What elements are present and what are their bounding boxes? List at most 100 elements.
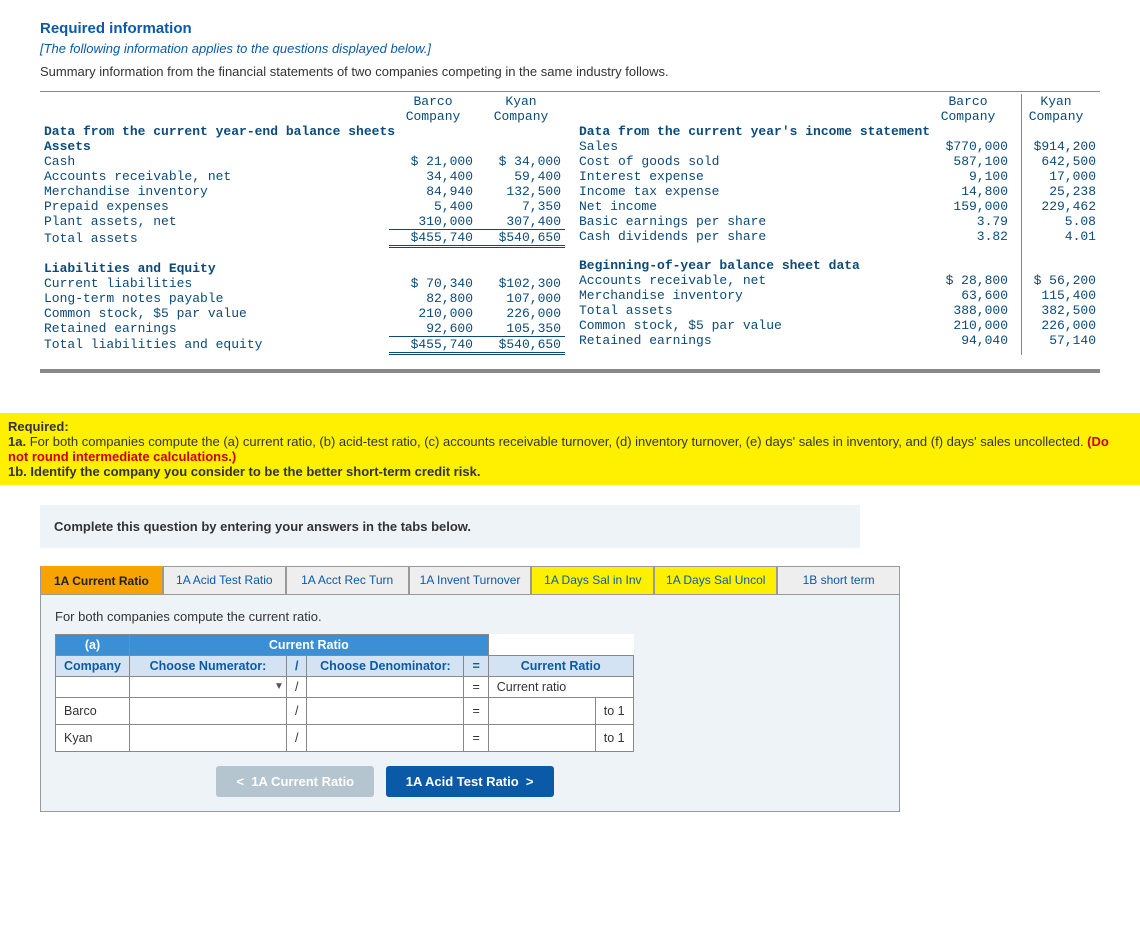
row-value: 105,350: [477, 321, 565, 337]
slash-cell: /: [286, 697, 306, 724]
row-label: Retained earnings: [40, 321, 389, 337]
kyan-denominator-input[interactable]: [307, 724, 464, 751]
tab-invent-turnover[interactable]: 1A Invent Turnover: [409, 566, 532, 595]
liab-heading: Liabilities and Equity: [44, 261, 216, 276]
row-label: Accounts receivable, net: [575, 273, 924, 288]
row-label: Total liabilities and equity: [40, 336, 389, 353]
header-current-ratio: Current Ratio: [129, 634, 488, 655]
row-value: 17,000: [1012, 169, 1100, 184]
chevron-down-icon: ▼: [274, 681, 284, 692]
tab-acct-rec-turn[interactable]: 1A Acct Rec Turn: [286, 566, 409, 595]
row-value: $540,650: [477, 230, 565, 247]
header-eq: =: [464, 655, 488, 676]
kyan-ratio-input[interactable]: [488, 724, 595, 751]
row-label: Total assets: [575, 303, 924, 318]
header-denominator: Choose Denominator:: [307, 655, 464, 676]
tab-days-sal-uncol[interactable]: 1A Days Sal Uncol: [654, 566, 777, 595]
row-label: Retained earnings: [575, 333, 924, 348]
boy-heading: Beginning-of-year balance sheet data: [579, 258, 860, 273]
row-label: Plant assets, net: [40, 214, 389, 230]
row-label: Merchandise inventory: [40, 184, 389, 199]
row-value: $102,300: [477, 276, 565, 291]
required-highlight: Required: 1a. For both companies compute…: [0, 413, 1140, 485]
row-label: Basic earnings per share: [575, 214, 924, 229]
row-value: $ 28,800: [924, 273, 1012, 288]
numerator-select[interactable]: ▼: [129, 676, 286, 697]
assets-heading: Assets: [44, 139, 91, 154]
row-value: $455,740: [389, 336, 477, 353]
answer-table: (a) Current Ratio Company Choose Numerat…: [55, 634, 634, 752]
row-label: Total assets: [40, 230, 389, 247]
row-value: 5,400: [389, 199, 477, 214]
row-value: $770,000: [924, 139, 1012, 154]
header-result: Current Ratio: [488, 655, 633, 676]
row-value: $ 34,000: [477, 154, 565, 169]
row-value: 229,462: [1012, 199, 1100, 214]
row-value: 94,040: [924, 333, 1012, 348]
prev-tab-button[interactable]: < 1A Current Ratio: [216, 766, 374, 797]
col-header-kyan: KyanCompany: [494, 94, 549, 124]
row-company-kyan: Kyan: [56, 724, 130, 751]
left-section-title: Data from the current year-end balance s…: [44, 124, 395, 139]
row-value: 587,100: [924, 154, 1012, 169]
page-title: Required information: [40, 20, 1100, 37]
to-1-label: to 1: [595, 724, 633, 751]
col-header-kyan: KyanCompany: [1029, 94, 1084, 124]
row-value: 115,400: [1012, 288, 1100, 303]
eq-cell: =: [464, 697, 488, 724]
tab-current-ratio[interactable]: 1A Current Ratio: [40, 566, 163, 595]
col-header-barco: BarcoCompany: [941, 94, 996, 124]
barco-denominator-input[interactable]: [307, 697, 464, 724]
barco-ratio-input[interactable]: [488, 697, 595, 724]
kyan-numerator-input[interactable]: [129, 724, 286, 751]
header-a: (a): [56, 634, 130, 655]
panel-prompt: For both companies compute the current r…: [55, 609, 885, 624]
required-heading: Required:: [8, 419, 69, 434]
row-label: Income tax expense: [575, 184, 924, 199]
row-value: 310,000: [389, 214, 477, 230]
row-value: 107,000: [477, 291, 565, 306]
chevron-left-icon: <: [236, 774, 244, 789]
row-value: 388,000: [924, 303, 1012, 318]
row-value: 7,350: [477, 199, 565, 214]
chevron-right-icon: >: [526, 774, 534, 789]
eq-cell: =: [464, 676, 488, 697]
req-1b-text: 1b. Identify the company you consider to…: [8, 464, 480, 479]
denominator-select[interactable]: [307, 676, 464, 697]
row-value: 5.08: [1012, 214, 1100, 229]
row-value: 132,500: [477, 184, 565, 199]
header-slash: /: [286, 655, 306, 676]
row-value: 63,600: [924, 288, 1012, 303]
row-label: Net income: [575, 199, 924, 214]
row-value: 3.79: [924, 214, 1012, 229]
row-value: 382,500: [1012, 303, 1100, 318]
tab-acid-test[interactable]: 1A Acid Test Ratio: [163, 566, 286, 595]
row-label: Cash dividends per share: [575, 229, 924, 244]
row-label: Long-term notes payable: [40, 291, 389, 306]
row-value: $ 56,200: [1012, 273, 1100, 288]
slash-cell: /: [286, 724, 306, 751]
header-numerator: Choose Numerator:: [129, 655, 286, 676]
row-label: Cost of goods sold: [575, 154, 924, 169]
row-value: 226,000: [477, 306, 565, 321]
tab-content-panel: For both companies compute the current r…: [40, 595, 900, 812]
row-label: Merchandise inventory: [575, 288, 924, 303]
slash-cell: /: [286, 676, 306, 697]
row-value: 210,000: [389, 306, 477, 321]
summary-text: Summary information from the financial s…: [40, 64, 1100, 79]
row-label: Cash: [40, 154, 389, 169]
row-value: 4.01: [1012, 229, 1100, 244]
row-label: Sales: [575, 139, 924, 154]
row-value: 226,000: [1012, 318, 1100, 333]
eq-cell: =: [464, 724, 488, 751]
barco-numerator-input[interactable]: [129, 697, 286, 724]
row-value: 92,600: [389, 321, 477, 337]
tab-short-term[interactable]: 1B short term: [777, 566, 900, 595]
row-value: 3.82: [924, 229, 1012, 244]
next-tab-button[interactable]: 1A Acid Test Ratio >: [386, 766, 554, 797]
to-1-label: to 1: [595, 697, 633, 724]
tab-days-sal-inv[interactable]: 1A Days Sal in Inv: [531, 566, 654, 595]
row-value: 84,940: [389, 184, 477, 199]
row-value: 82,800: [389, 291, 477, 306]
col-header-barco: BarcoCompany: [406, 94, 461, 124]
